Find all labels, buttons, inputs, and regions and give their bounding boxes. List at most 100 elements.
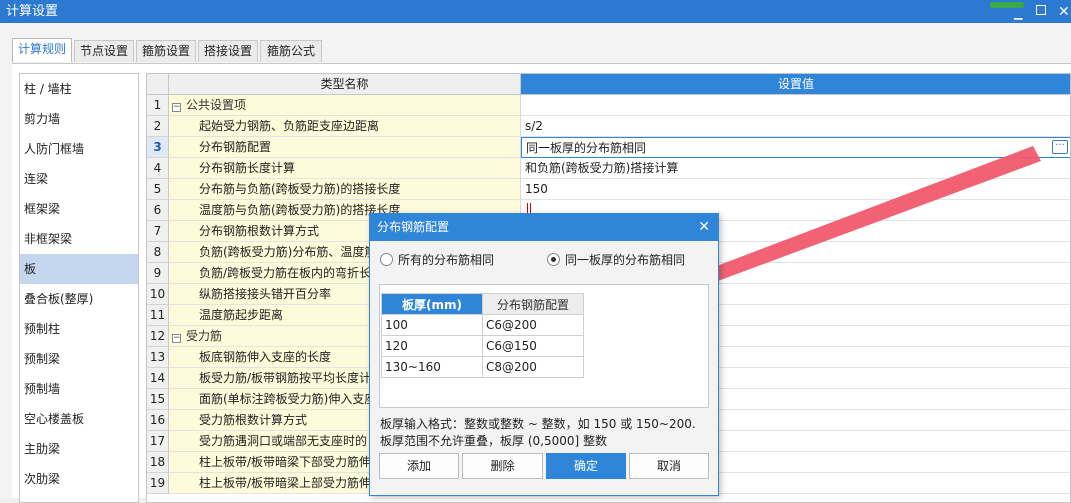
- window-titlebar: 计算设置 ▁ ✕: [0, 0, 1071, 23]
- rebar-config-cell[interactable]: C8@200: [482, 356, 584, 378]
- ellipsis-icon[interactable]: ···: [1052, 140, 1068, 154]
- setting-name-text: 分布筋与负筋(跨板受力筋)的搭接长度: [199, 182, 401, 196]
- sidebar-item-secondary-rib-beam[interactable]: 次肋梁: [20, 464, 138, 494]
- row-number[interactable]: 3: [147, 137, 169, 158]
- sidebar-item-precast-column[interactable]: 预制柱: [20, 314, 138, 344]
- setting-name-text: 受力筋根数计算方式: [199, 413, 308, 427]
- grid-corner: [147, 74, 169, 95]
- collapse-minus-icon[interactable]: −: [172, 334, 181, 343]
- row-number[interactable]: 18: [147, 452, 169, 473]
- setting-value-text: 同一板厚的分布筋相同: [526, 141, 647, 155]
- radio-unchecked-icon[interactable]: [380, 253, 393, 266]
- setting-name-cell[interactable]: 分布钢筋配置: [169, 137, 521, 158]
- row-number[interactable]: 7: [147, 221, 169, 242]
- setting-name-text: 起始受力钢筋、负筋距支座边距离: [199, 119, 380, 133]
- setting-value-cell[interactable]: 150: [521, 179, 1070, 200]
- sidebar-item-hollow-slab[interactable]: 空心楼盖板: [20, 404, 138, 434]
- sidebar-item-slab[interactable]: 板: [20, 254, 138, 284]
- group-name-cell[interactable]: − 公共设置项: [169, 95, 521, 116]
- collapse-minus-icon[interactable]: −: [172, 103, 181, 112]
- setting-value-cell[interactable]: 和负筋(跨板受力筋)搭接计算: [521, 158, 1070, 179]
- close-icon[interactable]: ✕: [698, 214, 710, 241]
- setting-value-cell[interactable]: s/2: [521, 116, 1070, 137]
- setting-name-cell[interactable]: 分布钢筋长度计算: [169, 158, 521, 179]
- row-number[interactable]: 17: [147, 431, 169, 452]
- radio-checked-icon[interactable]: [547, 253, 560, 266]
- row-number[interactable]: 16: [147, 410, 169, 431]
- setting-name-text: 面筋(单标注跨板受力筋)伸入支座: [199, 392, 377, 406]
- hint-line-2: 板厚范围不允许重叠，板厚 (0,5000] 整数: [380, 434, 607, 448]
- row-number[interactable]: 4: [147, 158, 169, 179]
- tab-node-settings[interactable]: 节点设置: [74, 40, 134, 62]
- sidebar-item-precast-beam[interactable]: 预制梁: [20, 344, 138, 374]
- ok-button[interactable]: 确定: [546, 453, 626, 479]
- rebar-config-cell[interactable]: C6@150: [482, 335, 584, 357]
- sidebar-item-frame-beam[interactable]: 框架梁: [20, 194, 138, 224]
- dialog-titlebar: 分布钢筋配置 ✕: [370, 214, 718, 241]
- setting-name-cell[interactable]: 分布筋与负筋(跨板受力筋)的搭接长度: [169, 179, 521, 200]
- table-row[interactable]: 100 C6@200: [381, 314, 584, 336]
- sidebar-item-shear-wall[interactable]: 剪力墙: [20, 104, 138, 134]
- tab-lap-settings[interactable]: 搭接设置: [198, 40, 258, 62]
- row-number[interactable]: 1: [147, 95, 169, 116]
- row-number[interactable]: 5: [147, 179, 169, 200]
- setting-name-text: 负筋(跨板受力筋)分布筋、温度筋: [199, 245, 377, 259]
- setting-value-text: 和负筋(跨板受力筋)搭接计算: [525, 161, 679, 175]
- row-number[interactable]: 15: [147, 389, 169, 410]
- table-row[interactable]: 130~160 C8@200: [381, 356, 584, 378]
- row-number[interactable]: 6: [147, 200, 169, 221]
- column-header-thickness[interactable]: 板厚(mm): [381, 293, 483, 315]
- column-header-value[interactable]: 设置值: [521, 74, 1070, 95]
- table-row[interactable]: 5 分布筋与负筋(跨板受力筋)的搭接长度 150: [147, 179, 1070, 200]
- table-row[interactable]: 3 分布钢筋配置 同一板厚的分布筋相同 ···: [147, 137, 1070, 158]
- setting-name-cell[interactable]: 起始受力钢筋、负筋距支座边距离: [169, 116, 521, 137]
- window-title: 计算设置: [6, 4, 59, 19]
- table-row[interactable]: 4 分布钢筋长度计算 和负筋(跨板受力筋)搭接计算: [147, 158, 1070, 179]
- sidebar-item-non-frame-beam[interactable]: 非框架梁: [20, 224, 138, 254]
- setting-value-text: 150: [525, 182, 548, 196]
- sidebar-item-column[interactable]: 柱 / 墙柱: [20, 74, 138, 104]
- column-header-rebar-config[interactable]: 分布钢筋配置: [482, 293, 584, 315]
- setting-name-text: 温度筋起步距离: [199, 308, 284, 322]
- table-row[interactable]: 120 C6@150: [381, 335, 584, 357]
- sidebar-item-precast-wall[interactable]: 预制墙: [20, 374, 138, 404]
- window-close-icon[interactable]: ✕: [1058, 1, 1070, 24]
- setting-name-text: 负筋/跨板受力筋在板内的弯折长: [199, 266, 372, 280]
- row-number[interactable]: 2: [147, 116, 169, 137]
- row-number[interactable]: 8: [147, 242, 169, 263]
- setting-name-text: 柱上板带/板带暗梁上部受力筋伸: [199, 476, 372, 490]
- maximize-icon[interactable]: [1036, 5, 1046, 15]
- sidebar-item-civil-defense-frame[interactable]: 人防门框墙: [20, 134, 138, 164]
- thickness-cell[interactable]: 100: [381, 314, 483, 336]
- tab-stirrup-settings[interactable]: 箍筋设置: [136, 40, 196, 62]
- table-row[interactable]: 1− 公共设置项: [147, 95, 1070, 116]
- table-row[interactable]: 2 起始受力钢筋、负筋距支座边距离 s/2: [147, 116, 1070, 137]
- setting-value-cell[interactable]: [521, 95, 1070, 116]
- cancel-button[interactable]: 取消: [629, 453, 709, 479]
- setting-name-text: 公共设置项: [186, 98, 247, 112]
- delete-button[interactable]: 删除: [462, 453, 543, 479]
- thickness-cell[interactable]: 130~160: [381, 356, 483, 378]
- column-header-name[interactable]: 类型名称: [169, 74, 521, 95]
- row-number[interactable]: 19: [147, 473, 169, 494]
- thickness-cell[interactable]: 120: [381, 335, 483, 357]
- sidebar-item-composite-slab[interactable]: 叠合板(整厚): [20, 284, 138, 314]
- add-button[interactable]: 添加: [379, 453, 459, 479]
- setting-name-text: 板受力筋/板带钢筋按平均长度计: [199, 371, 372, 385]
- row-number[interactable]: 13: [147, 347, 169, 368]
- setting-value-cell[interactable]: 同一板厚的分布筋相同 ···: [521, 137, 1070, 158]
- setting-name-text: 受力筋: [186, 329, 223, 343]
- sidebar-item-coupling-beam[interactable]: 连梁: [20, 164, 138, 194]
- tab-stirrup-formula[interactable]: 箍筋公式: [260, 40, 322, 62]
- sidebar-item-main-rib-beam[interactable]: 主肋梁: [20, 434, 138, 464]
- row-number[interactable]: 9: [147, 263, 169, 284]
- row-number[interactable]: 12: [147, 326, 169, 347]
- row-number[interactable]: 11: [147, 305, 169, 326]
- radio-same-thickness[interactable]: 同一板厚的分布筋相同: [547, 252, 685, 268]
- rebar-config-cell[interactable]: C6@200: [482, 314, 584, 336]
- row-number[interactable]: 10: [147, 284, 169, 305]
- tab-calc-rules[interactable]: 计算规则: [12, 38, 72, 62]
- minimize-icon[interactable]: ▁: [1014, 2, 1024, 25]
- radio-all-same[interactable]: 所有的分布筋相同: [380, 252, 494, 268]
- row-number[interactable]: 14: [147, 368, 169, 389]
